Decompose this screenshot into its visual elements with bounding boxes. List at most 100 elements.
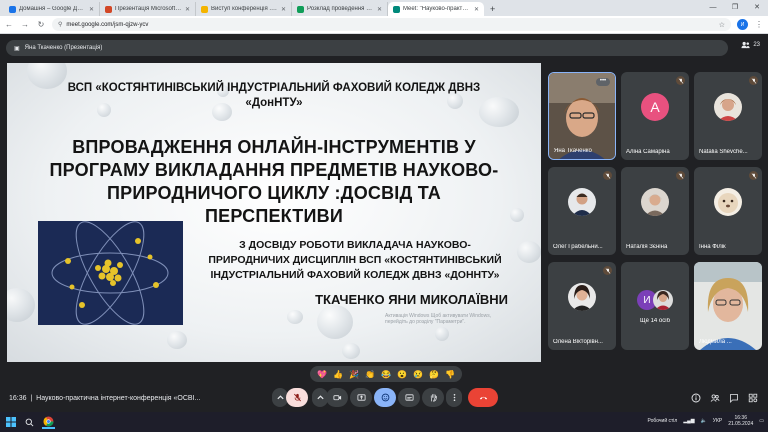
address-bar[interactable]: ⚲ meet.google.com/jsm-qjzw-ycv ☆: [52, 18, 731, 31]
clock-date: 21.05.2024: [728, 421, 754, 427]
site-info-icon[interactable]: ⚲: [58, 21, 62, 28]
meeting-time: 16:36: [9, 395, 27, 402]
participant-name: Яна Ткаченко: [554, 148, 592, 154]
windows-start-button[interactable]: [4, 416, 17, 429]
close-tab-icon[interactable]: ✕: [281, 6, 286, 13]
participant-name: Олег Грабельни...: [553, 244, 603, 250]
browser-tab-google-drive[interactable]: Домашня – Google Диск ✕: [4, 2, 100, 16]
browser-tab-schedule[interactable]: Розклад проведення конфере ✕: [292, 2, 388, 16]
participant-tile[interactable]: Natalia Shevche...: [694, 72, 762, 160]
more-options-icon[interactable]: •••: [596, 78, 610, 86]
browser-tab-powerpoint[interactable]: Презентація Microsoft PowerPoint ✕: [100, 2, 196, 16]
reaction-sad-button[interactable]: 😢: [413, 370, 423, 379]
taskbar-chrome-app[interactable]: [42, 416, 55, 429]
reaction-thinking-button[interactable]: 🤔: [429, 370, 439, 379]
present-screen-icon: ▣: [14, 45, 20, 52]
reaction-party-button[interactable]: 🎉: [349, 370, 359, 379]
participant-tile[interactable]: Людмила ...: [694, 262, 762, 350]
chat-button[interactable]: [728, 392, 740, 404]
water-drop: [435, 327, 449, 341]
taskbar-search-button[interactable]: [23, 416, 36, 429]
mic-muted-icon: [749, 76, 758, 85]
reaction-heart-button[interactable]: 💖: [317, 370, 327, 379]
bookmark-star-icon[interactable]: ☆: [719, 21, 725, 29]
participant-name: Олена Вікторівн...: [553, 339, 603, 345]
reaction-clap-button[interactable]: 👏: [365, 370, 375, 379]
activities-button[interactable]: [747, 392, 759, 404]
meeting-info: 16:36 | Науково-практична інтернет-конфе…: [9, 395, 201, 402]
camera-toggle-button[interactable]: [326, 388, 348, 407]
network-icon[interactable]: ▂▄▆: [683, 418, 694, 424]
language-indicator[interactable]: УКР: [713, 418, 722, 424]
people-button[interactable]: [709, 392, 721, 404]
back-icon[interactable]: ←: [4, 20, 14, 29]
participant-avatar: A: [641, 93, 669, 122]
people-icon: [710, 394, 720, 402]
participant-tile[interactable]: ••• Яна Ткаченко: [548, 72, 616, 160]
maximize-button[interactable]: ❐: [724, 0, 746, 16]
participants-count[interactable]: 23: [741, 41, 760, 49]
reactions-button[interactable]: [374, 388, 396, 407]
participant-tile[interactable]: Наталія Зєніна: [621, 167, 689, 255]
participant-avatar: [714, 188, 742, 217]
desktop-toolbar-label[interactable]: Робочий стіл: [647, 418, 677, 424]
participant-tile[interactable]: Олена Вікторівн...: [548, 262, 616, 350]
microphone-toggle-button[interactable]: [286, 388, 308, 407]
profile-avatar[interactable]: И: [737, 19, 748, 30]
present-icon: [356, 394, 366, 401]
mic-muted-icon: [603, 266, 612, 275]
participant-avatar: [568, 283, 596, 312]
participant-tile[interactable]: Інна Філік: [694, 167, 762, 255]
taskbar-clock[interactable]: 16:36 21.05.2024: [728, 415, 753, 427]
water-drop: [510, 208, 524, 222]
slide-subtitle: З ДОСВІДУ РОБОТИ ВИКЛАДАЧА НАУКОВО-ПРИРО…: [208, 239, 502, 281]
browser-tab-meet[interactable]: Meet: "Науково-практичн ✕: [388, 2, 484, 16]
more-options-button[interactable]: [446, 388, 462, 407]
participant-tile[interactable]: И Ще 14 осіб: [621, 262, 689, 350]
close-tab-icon[interactable]: ✕: [89, 6, 94, 13]
reaction-laugh-button[interactable]: 😂: [381, 370, 391, 379]
minimize-button[interactable]: —: [702, 0, 724, 16]
notifications-icon[interactable]: ▭: [759, 418, 764, 424]
google-drive-icon: [9, 5, 16, 13]
leave-call-button[interactable]: [468, 388, 498, 407]
forward-icon[interactable]: →: [20, 20, 30, 29]
emoji-icon: [381, 393, 389, 402]
hang-up-icon: [479, 396, 487, 400]
close-window-button[interactable]: ✕: [746, 0, 768, 16]
reaction-thumbs-down-button[interactable]: 👎: [445, 370, 455, 379]
browser-menu-icon[interactable]: ⋮: [754, 20, 764, 29]
tab-title: Домашня – Google Диск: [19, 6, 86, 12]
reaction-thumbs-up-button[interactable]: 👍: [333, 370, 343, 379]
mic-off-icon: [293, 393, 301, 402]
participant-tile[interactable]: A Аліна Самаріна: [621, 72, 689, 160]
url-text: meet.google.com/jsm-qjzw-ycv: [66, 21, 149, 28]
participant-name: Інна Філік: [699, 244, 726, 250]
water-drop: [517, 241, 541, 263]
chevron-up-icon: [316, 395, 324, 400]
reaction-surprised-button[interactable]: 😮: [397, 370, 407, 379]
meeting-details-button[interactable]: [690, 392, 702, 404]
powerpoint-icon: [105, 5, 112, 13]
participant-tile[interactable]: Олег Грабельни...: [548, 167, 616, 255]
tab-title: Виступ конференція .pptx - G: [211, 6, 278, 12]
close-tab-icon[interactable]: ✕: [377, 6, 382, 13]
chat-icon: [730, 394, 738, 403]
present-screen-button[interactable]: [350, 388, 372, 407]
close-tab-icon[interactable]: ✕: [474, 6, 479, 13]
tab-title: Розклад проведення конфере: [307, 6, 374, 12]
volume-icon[interactable]: 🔈: [701, 418, 707, 424]
new-tab-button[interactable]: +: [484, 2, 501, 16]
raise-hand-button[interactable]: [422, 388, 444, 407]
participant-video: [694, 262, 762, 350]
close-tab-icon[interactable]: ✕: [185, 6, 190, 13]
participant-avatar: [568, 188, 596, 217]
participant-avatar: [714, 93, 742, 122]
captions-button[interactable]: [398, 388, 420, 407]
browser-tab-slides[interactable]: Виступ конференція .pptx - G ✕: [196, 2, 292, 16]
reload-icon[interactable]: ↻: [36, 20, 46, 29]
mic-muted-icon: [603, 171, 612, 180]
reactions-bar: 💖 👍 🎉 👏 😂 😮 😢 🤔 👎: [310, 366, 462, 382]
slide-institution: ВСП «КОСТЯНТИНІВСЬКИЙ ІНДУСТРІАЛЬНИЙ ФАХ…: [67, 82, 481, 109]
tab-title: Презентація Microsoft PowerPoint: [115, 6, 182, 12]
